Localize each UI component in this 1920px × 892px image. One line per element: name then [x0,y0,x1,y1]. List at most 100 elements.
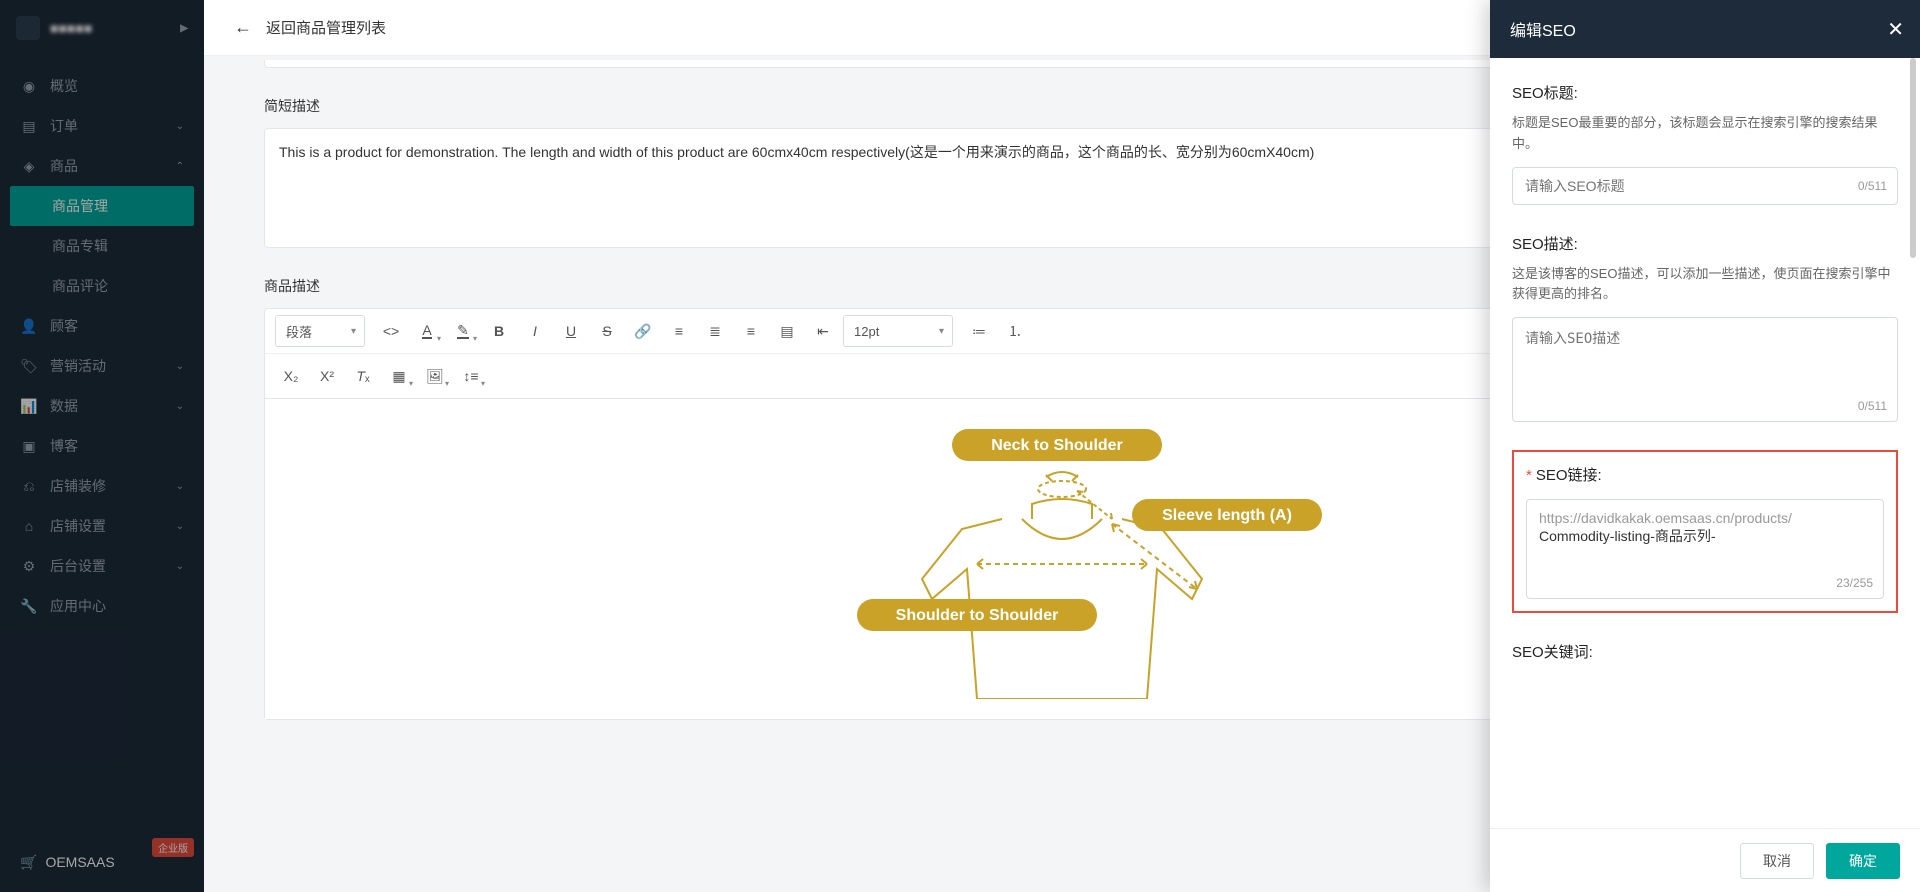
sidebar-item-label: 商品评论 [52,276,108,296]
seo-link-section: *SEO链接: https://davidkakak.oemsaas.cn/pr… [1512,450,1898,613]
line-height-button[interactable]: ↕≡ [455,360,487,392]
gear-icon: ⚙ [20,558,38,575]
seo-title-input[interactable] [1513,168,1897,204]
cart-icon: 🛒 [20,854,37,871]
brand-header[interactable]: ■■■■■ ▶ [0,0,204,56]
bold-button[interactable]: B [483,315,515,347]
close-icon[interactable]: ✕ [1887,17,1904,42]
sidebar-item-marketing[interactable]: 🏷 营销活动 ⌄ [0,346,204,386]
seo-link-label: *SEO链接: [1526,464,1884,485]
text-color-button[interactable]: A [411,315,443,347]
format-select[interactable]: 段落 [275,315,365,347]
chevron-down-icon: ⌄ [176,481,184,492]
sidebar-item-data[interactable]: 📊 数据 ⌄ [0,386,204,426]
sidebar-footer[interactable]: 🛒 OEMSAAS 企业版 [0,832,204,892]
link-button[interactable]: 🔗 [627,315,659,347]
sidebar-item-label: 营销活动 [50,356,106,376]
seo-desc-section: SEO描述: 这是该博客的SEO描述，可以添加一些描述，使页面在搜索引擎中获得更… [1512,233,1898,423]
sidebar: ■■■■■ ▶ ◉ 概览 ▤ 订单 ⌄ ◈ 商品 ⌃ 商品管理 商品专辑 [0,0,204,892]
sidebar-sub-product-reviews[interactable]: 商品评论 [0,266,204,306]
sidebar-item-overview[interactable]: ◉ 概览 [0,66,204,106]
sidebar-item-customers[interactable]: 👤 顾客 [0,306,204,346]
cube-icon: ◈ [20,158,38,175]
seo-title-section: SEO标题: 标题是SEO最重要的部分，该标题会显示在搜索引擎的搜索结果中。 0… [1512,82,1898,205]
sidebar-sub-product-album[interactable]: 商品专辑 [0,226,204,266]
cancel-button[interactable]: 取消 [1740,843,1814,879]
outdent-button[interactable]: ⇤ [807,315,839,347]
seo-desc-counter: 0/511 [1858,399,1887,413]
brand-name: ■■■■■ [50,20,92,36]
chevron-down-icon: ⌄ [176,401,184,412]
svg-text:Sleeve length (A): Sleeve length (A) [1162,507,1292,524]
sidebar-item-label: 商品管理 [52,196,108,216]
sidebar-item-admin-settings[interactable]: ⚙ 后台设置 ⌄ [0,546,204,586]
bars-icon: 📊 [20,398,38,415]
italic-button[interactable]: I [519,315,551,347]
drawer-title: 编辑SEO [1510,17,1576,41]
bullet-list-button[interactable]: ≔ [963,315,995,347]
sidebar-item-apps[interactable]: 🔧 应用中心 [0,586,204,626]
seo-title-counter: 0/511 [1858,179,1887,193]
seo-desc-input[interactable] [1513,318,1897,418]
book-icon: ▣ [20,438,38,455]
align-justify-button[interactable]: ▤ [771,315,803,347]
superscript-button[interactable]: X² [311,360,343,392]
align-center-button[interactable]: ≣ [699,315,731,347]
align-right-button[interactable]: ≡ [735,315,767,347]
chevron-down-icon: ⌄ [176,561,184,572]
required-star-icon: * [1526,467,1532,484]
underline-button[interactable]: U [555,315,587,347]
svg-text:Shoulder to Shoulder: Shoulder to Shoulder [896,607,1059,624]
seo-link-input[interactable]: https://davidkakak.oemsaas.cn/products/ … [1526,499,1884,599]
seo-keywords-section: SEO关键词: [1512,641,1898,662]
drawer-header: 编辑SEO ✕ [1490,0,1920,58]
chevron-down-icon: ⌄ [176,521,184,532]
plan-badge: 企业版 [152,838,194,857]
clear-format-button[interactable]: Tₓ [347,360,379,392]
sidebar-item-label: 应用中心 [50,596,106,616]
drawer-scrollbar[interactable] [1908,58,1918,828]
sidebar-item-orders[interactable]: ▤ 订单 ⌄ [0,106,204,146]
confirm-button[interactable]: 确定 [1826,843,1900,879]
store-icon: ⌂ [20,518,38,534]
file-icon: ▤ [20,118,38,135]
sidebar-menu: ◉ 概览 ▤ 订单 ⌄ ◈ 商品 ⌃ 商品管理 商品专辑 商品评论 [0,56,204,832]
sidebar-item-label: 博客 [50,436,78,456]
compass-icon: ◉ [20,78,38,95]
shirt-diagram-icon: Neck to Shoulder Sleeve length (A) Shoul… [802,419,1322,699]
seo-link-counter: 23/255 [1836,576,1873,590]
number-list-button[interactable]: ⒈ [999,315,1031,347]
subscript-button[interactable]: X₂ [275,360,307,392]
seo-title-help: 标题是SEO最重要的部分，该标题会显示在搜索引擎的搜索结果中。 [1512,113,1898,155]
user-icon: 👤 [20,318,38,335]
table-button[interactable]: ▦ [383,360,415,392]
sidebar-item-store-settings[interactable]: ⌂ 店铺设置 ⌄ [0,506,204,546]
drawer-footer: 取消 确定 [1490,828,1920,892]
sidebar-item-decoration[interactable]: ⎌ 店铺装修 ⌄ [0,466,204,506]
strike-button[interactable]: S [591,315,623,347]
code-button[interactable]: <> [375,315,407,347]
sidebar-item-label: 订单 [50,116,78,136]
fontsize-select[interactable]: 12pt [843,315,953,347]
seo-drawer: 编辑SEO ✕ SEO标题: 标题是SEO最重要的部分，该标题会显示在搜索引擎的… [1490,0,1920,892]
sidebar-item-products[interactable]: ◈ 商品 ⌃ [0,146,204,186]
sidebar-item-label: 顾客 [50,316,78,336]
image-button[interactable]: 🖼 [419,360,451,392]
sidebar-sub-product-manage[interactable]: 商品管理 [10,186,194,226]
chevron-down-icon: ⌄ [176,361,184,372]
seo-desc-help: 这是该博客的SEO描述，可以添加一些描述，使页面在搜索引擎中获得更高的排名。 [1512,264,1898,306]
sidebar-item-label: 数据 [50,396,78,416]
wrench-icon: 🔧 [20,598,38,615]
footer-label: OEMSAAS [45,854,114,870]
brand-logo-icon [16,16,40,40]
back-arrow-icon[interactable]: ← [234,17,252,38]
sidebar-item-blog[interactable]: ▣ 博客 [0,426,204,466]
drawer-body: SEO标题: 标题是SEO最重要的部分，该标题会显示在搜索引擎的搜索结果中。 0… [1490,58,1920,828]
align-left-button[interactable]: ≡ [663,315,695,347]
sidebar-item-label: 店铺设置 [50,516,106,536]
sidebar-item-label: 店铺装修 [50,476,106,496]
highlight-button[interactable]: ✎ [447,315,479,347]
page-title[interactable]: 返回商品管理列表 [266,17,386,38]
paint-icon: ⎌ [20,478,38,495]
chevron-down-icon: ⌄ [176,121,184,132]
